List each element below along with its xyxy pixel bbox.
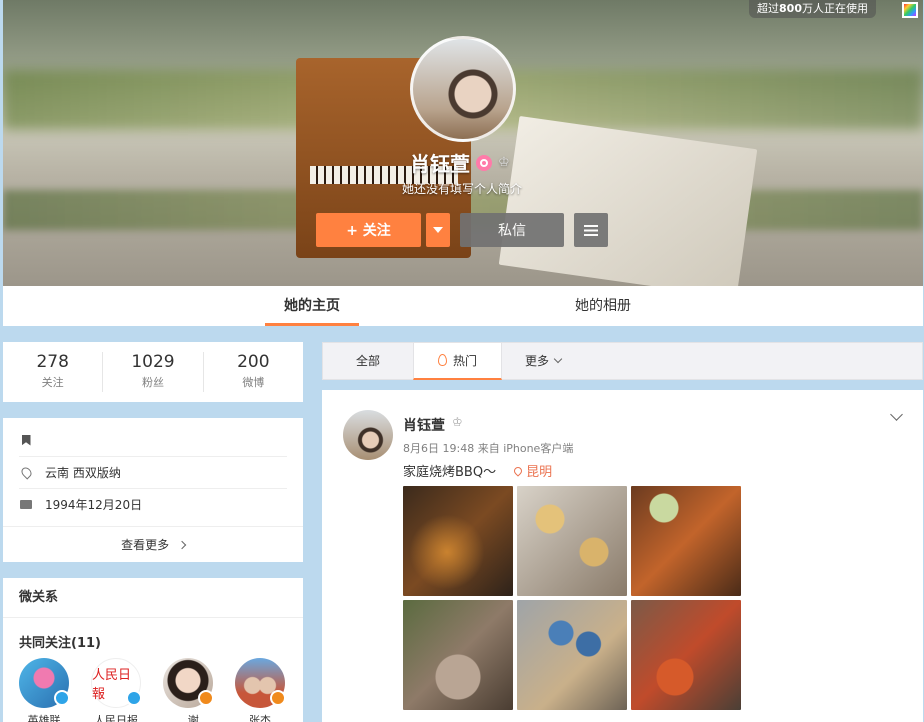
bookmark-icon bbox=[19, 433, 33, 447]
feed-tab-all[interactable]: 全部 bbox=[323, 343, 413, 379]
flame-icon bbox=[437, 354, 447, 366]
feed-tab-hot-label: 热门 bbox=[452, 354, 477, 368]
feed-tab-hot[interactable]: 热门 bbox=[413, 343, 502, 380]
friend-item[interactable]: 人民日報 人民日报 bbox=[91, 658, 163, 722]
post-date[interactable]: 8月6日 19:48 bbox=[403, 442, 474, 455]
friend-name: 英雄联 bbox=[27, 714, 61, 722]
feed-post: 肖钰萱 ♔ 8月6日 19:48 来自 iPhone客户端 家庭烧烤BBQ～ 昆… bbox=[322, 390, 923, 722]
post-photo[interactable] bbox=[403, 600, 513, 710]
stat-followers-count: 1029 bbox=[131, 352, 175, 372]
verified-blue-icon bbox=[54, 690, 70, 706]
stat-followers-label: 粉丝 bbox=[141, 376, 164, 389]
crown-icon[interactable]: ♔ bbox=[452, 415, 463, 429]
crown-icon[interactable]: ♔ bbox=[498, 155, 510, 170]
location-pin-icon bbox=[512, 464, 524, 477]
post-photo[interactable] bbox=[517, 486, 627, 596]
stat-following-count: 278 bbox=[36, 352, 69, 372]
feed-tab-more[interactable]: 更多 bbox=[513, 343, 573, 379]
stat-posts[interactable]: 200 微博 bbox=[202, 352, 303, 392]
profile-tabbar: 她的主页 她的相册 bbox=[3, 286, 923, 326]
friend-name: ...谢 bbox=[177, 714, 199, 722]
feed-tabs: 全部 热门 更多 bbox=[322, 342, 923, 380]
female-icon bbox=[476, 154, 492, 171]
post-photo-grid bbox=[403, 486, 743, 710]
stat-posts-count: 200 bbox=[237, 352, 270, 372]
relations-card: 微关系 共同关注(11) 英雄联 人民日報 人民日报 ...谢 张杰 bbox=[3, 578, 303, 722]
chevron-down-icon bbox=[553, 354, 563, 364]
friend-name: 张杰 bbox=[249, 714, 271, 722]
friend-item[interactable]: 英雄联 bbox=[19, 658, 91, 722]
post-photo[interactable] bbox=[517, 600, 627, 710]
friend-item[interactable]: ...谢 bbox=[163, 658, 235, 722]
feed-tab-more-label: 更多 bbox=[524, 354, 549, 368]
tab-album[interactable]: 她的相册 bbox=[563, 286, 643, 326]
skin-color-icon[interactable] bbox=[902, 2, 918, 18]
verified-orange-icon bbox=[270, 690, 286, 706]
common-follow-title[interactable]: 共同关注(11) bbox=[3, 618, 303, 651]
relations-title: 微关系 bbox=[3, 578, 303, 618]
profile-avatar[interactable] bbox=[410, 36, 516, 142]
post-location-link[interactable]: 昆明 bbox=[526, 461, 552, 480]
stat-posts-label: 微博 bbox=[242, 376, 265, 389]
info-birthday: 1994年12月20日 bbox=[45, 498, 143, 512]
post-source[interactable]: 来自 iPhone客户端 bbox=[478, 442, 574, 455]
more-menu-button[interactable] bbox=[574, 213, 608, 247]
profile-bio: 她还没有填写个人简介 bbox=[402, 182, 523, 196]
post-photo[interactable] bbox=[631, 486, 741, 596]
post-meta: 8月6日 19:48 来自 iPhone客户端 bbox=[403, 440, 573, 456]
stat-following-label: 关注 bbox=[41, 376, 64, 389]
profile-info-card: 云南 西双版纳 1994年12月20日 查看更多 bbox=[3, 418, 303, 562]
post-photo[interactable] bbox=[631, 600, 741, 710]
stat-followers[interactable]: 1029 粉丝 bbox=[102, 352, 202, 392]
verified-orange-icon bbox=[198, 690, 214, 706]
post-photo[interactable] bbox=[403, 486, 513, 596]
post-text: 家庭烧烤BBQ～ 昆明 bbox=[403, 461, 552, 480]
post-options-chevron-icon[interactable] bbox=[890, 408, 903, 421]
friend-item[interactable]: 张杰 bbox=[235, 658, 307, 722]
verified-blue-icon bbox=[126, 690, 142, 706]
common-follow-list: 英雄联 人民日報 人民日报 ...谢 张杰 bbox=[19, 658, 307, 722]
follow-dropdown-button[interactable] bbox=[426, 213, 450, 247]
caret-down-icon bbox=[433, 227, 443, 233]
message-button[interactable]: 私信 bbox=[460, 213, 564, 247]
info-location: 云南 西双版纳 bbox=[45, 466, 121, 480]
friend-name: 人民日报 bbox=[94, 714, 138, 722]
post-author-name[interactable]: 肖钰萱 bbox=[403, 415, 445, 435]
chevron-right-icon bbox=[177, 540, 187, 550]
cover-book bbox=[498, 116, 758, 286]
location-icon bbox=[18, 465, 34, 480]
users-count-badge: 超过800万人正在使用 bbox=[749, 0, 876, 18]
view-more-link[interactable]: 查看更多 bbox=[3, 526, 303, 562]
view-more-label: 查看更多 bbox=[121, 538, 170, 552]
info-row-location: 云南 西双版纳 bbox=[18, 456, 287, 488]
menu-icon bbox=[584, 224, 598, 236]
profile-name-text: 肖钰萱 bbox=[410, 152, 470, 176]
info-row-tag bbox=[19, 424, 287, 456]
post-body: 家庭烧烤BBQ～ bbox=[403, 465, 497, 480]
cake-icon bbox=[19, 498, 33, 512]
post-avatar[interactable] bbox=[343, 410, 393, 460]
profile-stats: 278 关注 1029 粉丝 200 微博 bbox=[3, 342, 303, 402]
follow-button[interactable]: + 关注 bbox=[316, 213, 421, 247]
profile-name: 肖钰萱 ♔ bbox=[410, 148, 510, 177]
info-row-birthday: 1994年12月20日 bbox=[19, 488, 287, 520]
tab-home[interactable]: 她的主页 bbox=[265, 286, 359, 326]
stat-following[interactable]: 278 关注 bbox=[3, 342, 102, 402]
